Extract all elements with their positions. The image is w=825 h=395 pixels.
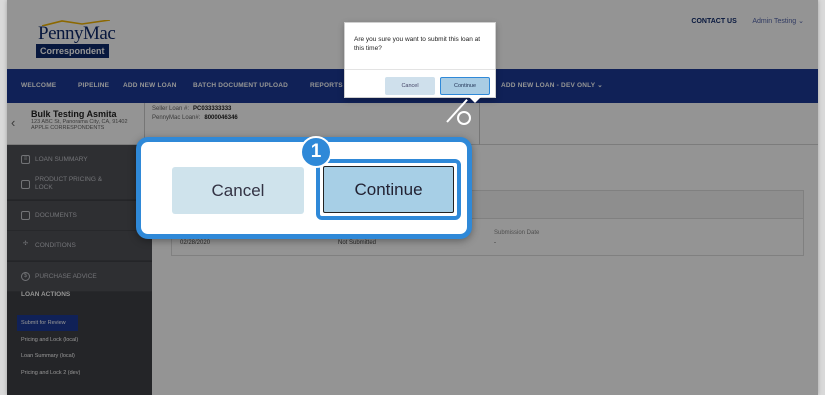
step-badge: 1: [300, 136, 332, 168]
callout-cancel-button[interactable]: Cancel: [172, 167, 304, 214]
dialog-continue-button[interactable]: Continue: [440, 77, 490, 95]
dialog-cancel-button[interactable]: Cancel: [385, 77, 435, 95]
callout-continue-button[interactable]: Continue: [323, 166, 454, 213]
app-window: PennyMac Correspondent CONTACT US Admin …: [7, 0, 818, 395]
dialog-pointer: [469, 97, 481, 103]
dialog-divider: [345, 69, 495, 70]
dialog-message: Are you sure you want to submit this loa…: [354, 36, 481, 52]
zoom-lens-icon: [457, 111, 471, 125]
callout-continue-highlight: Continue: [316, 159, 461, 220]
confirm-submit-dialog: Are you sure you want to submit this loa…: [344, 22, 496, 103]
